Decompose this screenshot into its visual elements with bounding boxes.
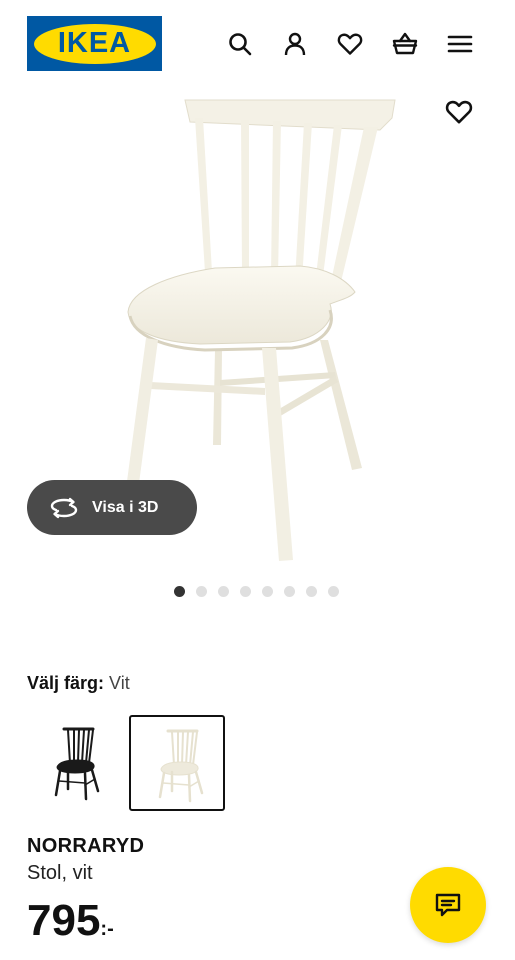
add-to-favorites-button[interactable] <box>444 97 474 127</box>
pagination-dot[interactable] <box>284 586 295 597</box>
heart-icon <box>445 100 473 124</box>
pagination-dot[interactable] <box>218 586 229 597</box>
rotate-3d-icon <box>50 497 78 518</box>
product-name: NORRARYD <box>27 835 145 857</box>
product-description: Stol, vit <box>27 862 93 884</box>
pagination-dot[interactable] <box>306 586 317 597</box>
heart-icon[interactable] <box>336 30 364 58</box>
price-value: 795 <box>27 896 101 945</box>
user-icon[interactable] <box>281 30 309 58</box>
pagination-dot[interactable] <box>240 586 251 597</box>
view-3d-label: Visa i 3D <box>92 498 159 516</box>
variant-swatch-black[interactable] <box>27 715 119 807</box>
variant-swatch-white[interactable] <box>129 715 225 811</box>
menu-icon[interactable] <box>446 30 474 58</box>
chat-icon <box>435 893 461 917</box>
product-price: 795:- <box>27 896 114 954</box>
pagination-dot[interactable] <box>262 586 273 597</box>
logo-oval: IKEA <box>33 23 156 64</box>
gallery-pagination <box>174 586 350 597</box>
price-suffix: :- <box>100 918 114 940</box>
selected-color: Vit <box>109 673 130 693</box>
chat-button[interactable] <box>410 867 486 943</box>
white-chair-thumbnail <box>158 729 204 803</box>
pagination-dot[interactable] <box>196 586 207 597</box>
view-3d-button[interactable]: Visa i 3D <box>27 480 197 535</box>
color-label: Välj färg: <box>27 673 105 693</box>
site-header: IKEA <box>0 0 515 90</box>
black-chair-thumbnail <box>54 727 100 801</box>
pagination-dot[interactable] <box>174 586 185 597</box>
logo-text: IKEA <box>57 27 132 59</box>
pagination-dot[interactable] <box>328 586 339 597</box>
search-icon[interactable] <box>226 30 254 58</box>
ikea-logo[interactable]: IKEA <box>27 16 162 71</box>
basket-icon[interactable] <box>391 30 419 58</box>
color-selector-label: Välj färg: Vit <box>27 673 130 694</box>
